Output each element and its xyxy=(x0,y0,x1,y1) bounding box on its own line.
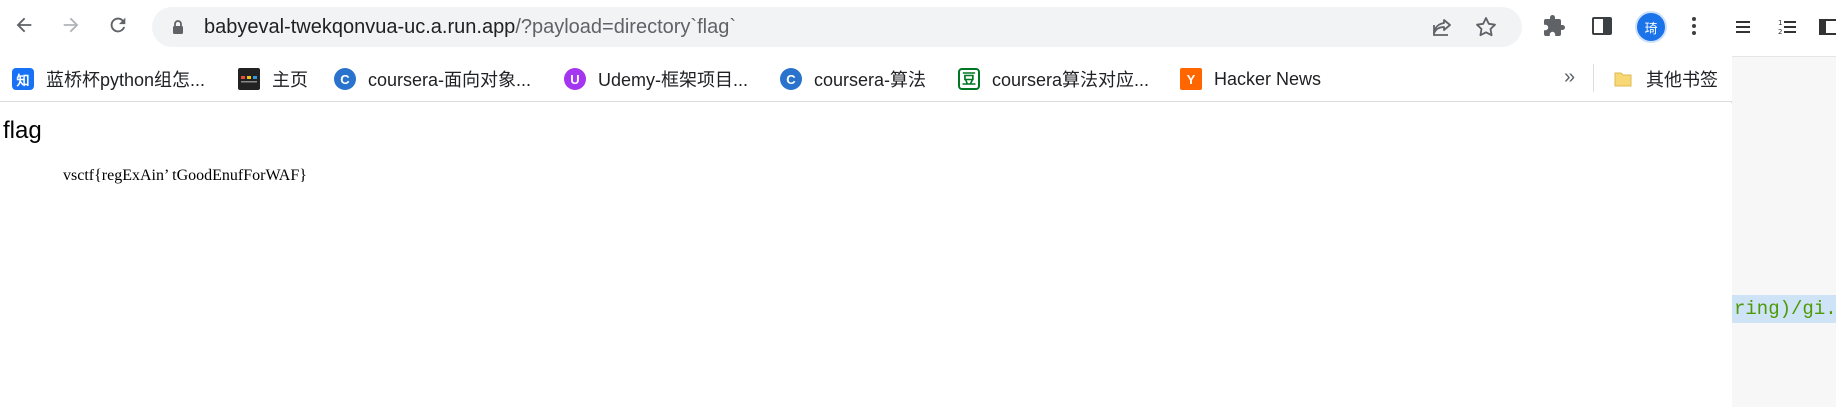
side-editor-toolbar: 12 xyxy=(1732,0,1836,56)
ordered-list-icon[interactable]: 12 xyxy=(1776,16,1798,38)
extensions-button[interactable] xyxy=(1540,12,1568,40)
three-dots-vertical-icon xyxy=(1692,17,1696,35)
browser-window: babyeval-twekqonvua-uc.a.run.app/?payloa… xyxy=(0,0,1732,407)
address-bar[interactable]: babyeval-twekqonvua-uc.a.run.app/?payloa… xyxy=(152,7,1522,47)
more-bookmarks-chevron-icon[interactable]: » xyxy=(1564,66,1575,89)
bookmarks-divider xyxy=(1593,64,1594,92)
reload-button[interactable] xyxy=(102,9,134,41)
bookmarks-bar: 知 蓝桥杯python组怎... 主页 C coursera-面向对象... U… xyxy=(0,56,1732,102)
hacker-news-icon: Y xyxy=(1180,68,1202,90)
url-host: babyeval-twekqonvua-uc.a.run.app xyxy=(204,16,516,38)
svg-text:2: 2 xyxy=(1778,28,1782,36)
side-editor-divider xyxy=(1732,56,1836,57)
profile-avatar[interactable]: 琦 xyxy=(1635,11,1667,43)
other-bookmarks-label: 其他书签 xyxy=(1646,70,1718,90)
bookmark-label: 蓝桥杯python组怎... xyxy=(46,70,206,90)
douban-icon: 豆 xyxy=(958,68,980,90)
bookmark-item[interactable]: C coursera-面向对象... xyxy=(334,64,531,94)
code-fragment: ring)/gi.( xyxy=(1732,295,1836,323)
reload-icon xyxy=(110,17,126,33)
back-button[interactable] xyxy=(8,9,40,41)
url-text: babyeval-twekqonvua-uc.a.run.app/?payloa… xyxy=(204,16,736,39)
bookmark-label: 主页 xyxy=(272,70,308,90)
zhihu-icon: 知 xyxy=(12,68,34,90)
share-icon[interactable] xyxy=(1430,15,1454,39)
side-panel-icon xyxy=(1592,17,1612,35)
bookmark-item[interactable]: C coursera-算法 xyxy=(780,64,926,94)
flag-output: vsctf{regExAin’ tGoodEnufForWAF} xyxy=(63,167,307,184)
side-panel-button[interactable] xyxy=(1588,12,1616,40)
side-editor-window: 12 ring)/gi.( xyxy=(1732,0,1836,407)
folder-icon xyxy=(1612,68,1634,90)
home-page-icon xyxy=(238,68,260,90)
layout-icon[interactable] xyxy=(1818,16,1836,38)
bookmark-item[interactable]: 知 蓝桥杯python组怎... xyxy=(12,64,205,94)
bookmark-label: coursera-面向对象... xyxy=(368,70,532,90)
udemy-icon: U xyxy=(564,68,586,90)
back-arrow-icon xyxy=(16,17,32,33)
svg-text:1: 1 xyxy=(1778,19,1782,27)
page-heading: flag xyxy=(3,117,42,144)
list-icon[interactable] xyxy=(1734,16,1756,38)
forward-button[interactable] xyxy=(55,9,87,41)
bookmark-label: coursera算法对应... xyxy=(992,70,1150,90)
page-content: flag vsctf{regExAin’ tGoodEnufForWAF} xyxy=(0,103,1732,407)
bookmark-item[interactable]: Y Hacker News xyxy=(1180,64,1321,94)
bookmark-label: Hacker News xyxy=(1214,68,1322,89)
bookmark-item[interactable]: 豆 coursera算法对应... xyxy=(958,64,1149,94)
coursera-icon: C xyxy=(780,68,802,90)
forward-arrow-icon xyxy=(63,17,79,33)
bookmark-star-icon[interactable] xyxy=(1474,15,1498,39)
bookmark-item[interactable]: U Udemy-框架项目... xyxy=(564,64,748,94)
puzzle-piece-icon xyxy=(1544,15,1565,36)
browser-toolbar: babyeval-twekqonvua-uc.a.run.app/?payloa… xyxy=(0,0,1732,56)
bookmark-item[interactable]: 主页 xyxy=(238,64,308,94)
bookmark-label: Udemy-框架项目... xyxy=(598,70,749,90)
other-bookmarks-folder[interactable]: 其他书签 xyxy=(1612,64,1718,94)
coursera-icon: C xyxy=(334,68,356,90)
bookmark-label: coursera-算法 xyxy=(814,70,927,90)
url-path: /?payload=directory`flag` xyxy=(515,16,736,38)
lock-icon xyxy=(173,20,183,34)
browser-menu-button[interactable] xyxy=(1680,12,1708,40)
